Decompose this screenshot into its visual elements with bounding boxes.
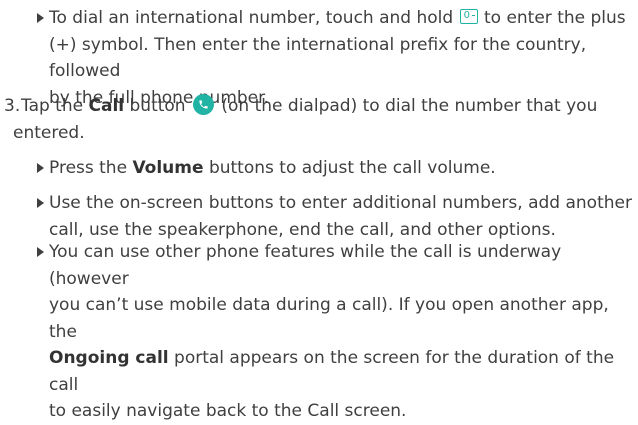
- bullet-volume: Press the Volume buttons to adjust the c…: [37, 155, 637, 182]
- step-text: Tap the Call button (on the dialpad) to …: [21, 94, 598, 116]
- bullet-arrow-icon: [37, 163, 44, 173]
- help-page: To dial an international number, touch a…: [0, 0, 638, 421]
- bullet-arrow-icon: [37, 198, 44, 208]
- bullet-other-features: You can use other phone features while t…: [37, 239, 637, 425]
- bullet-onscreen-buttons: Use the on-screen buttons to enter addit…: [37, 190, 637, 243]
- bullet-arrow-icon: [37, 247, 44, 257]
- step-number: 3.: [4, 96, 21, 116]
- step-3: 3. Tap the Call button (on the dialpad) …: [4, 93, 634, 146]
- bullet-text: Press the Volume buttons to adjust the c…: [49, 158, 496, 178]
- bullet-text: You can use other phone features while t…: [49, 242, 615, 421]
- bullet-arrow-icon: [37, 13, 44, 23]
- bullet-text: Use the on-screen buttons to enter addit…: [49, 193, 632, 240]
- call-button-icon: [193, 94, 214, 115]
- zero-plus-key-icon: 0: [459, 9, 478, 24]
